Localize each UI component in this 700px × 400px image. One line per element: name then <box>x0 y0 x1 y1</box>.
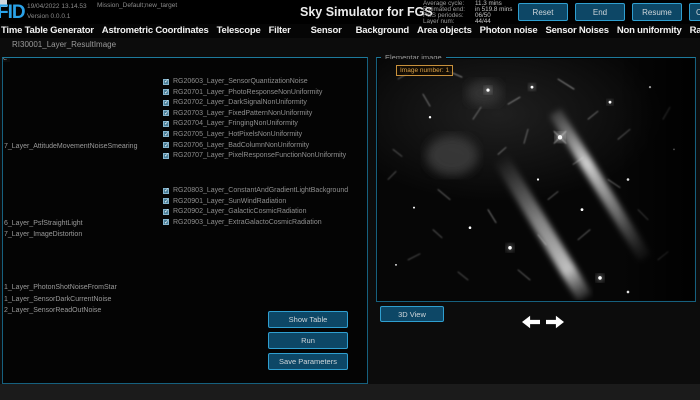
reset-button[interactable]: Reset <box>518 3 568 21</box>
mission-label: Mission_Default;new_target <box>97 2 177 9</box>
menu-item-background[interactable]: Background <box>356 25 409 38</box>
layers-panel: e 7_Layer_AttitudeMovementNoiseSmearing … <box>2 57 368 384</box>
menu-item-photon-noise[interactable]: Photon noise <box>480 25 538 38</box>
checkbox-row-constant-gradient-light[interactable]: RG20803_Layer_ConstantAndGradientLightBa… <box>163 187 348 194</box>
arrow-right-icon[interactable] <box>546 315 564 329</box>
menu-item-area-objects[interactable]: Area objects <box>417 25 472 38</box>
noise-layer-checkbox-group: RG20603_Layer_SensorQuantizationNoise RG… <box>163 78 346 163</box>
checkbox-icon[interactable] <box>163 209 169 215</box>
checkbox-icon[interactable] <box>163 121 169 127</box>
star-field-image: Image number: 1 <box>378 59 694 300</box>
left-panel-buttons: Show Table Run Save Parameters <box>268 311 348 370</box>
version-label: Version 0.0.0.1 <box>27 13 70 20</box>
checkbox-row-fringing-nonuniformity[interactable]: RG20704_Layer_FringingNonUniformity <box>163 120 346 127</box>
app-logo: FID <box>0 2 25 24</box>
menu-item-astrometric-coordinates[interactable]: Astrometric Coordinates <box>102 25 209 38</box>
checkbox-icon[interactable] <box>163 142 169 148</box>
tab-result-image-layer[interactable]: RI30001_Layer_ResultImage <box>12 40 116 49</box>
save-parameters-button[interactable]: Save Parameters <box>268 353 348 370</box>
3d-view-button[interactable]: 3D View <box>380 306 444 322</box>
header-buttons: Reset End Resume C <box>518 3 700 21</box>
checkbox-icon[interactable] <box>163 79 169 85</box>
app-window: FID 19/04/2022 13.14.53 Version 0.0.0.1 … <box>0 0 700 400</box>
checkbox-icon[interactable] <box>163 89 169 95</box>
menu-item-telescope[interactable]: Telescope <box>217 25 261 38</box>
checkbox-icon[interactable] <box>163 131 169 137</box>
layer-label-photon-shot-noise: 1_Layer_PhotonShotNoiseFromStar <box>4 284 117 291</box>
checkbox-row-fixed-pattern-nonuniformity[interactable]: RG20703_Layer_FixedPatternNonUniformity <box>163 110 346 117</box>
layer-label-psf-straight-light: 6_Layer_PsfStraightLight <box>4 220 83 227</box>
layers-panel-title-cut: e <box>3 57 10 62</box>
layer-label-dark-current-noise: 1_Layer_SensorDarkCurrentNoise <box>4 296 111 303</box>
checkbox-row-pixel-response-function[interactable]: RG20707_Layer_PixelResponseFunctionNonUn… <box>163 152 346 159</box>
layer-label-attitude-movement: 7_Layer_AttitudeMovementNoiseSmearing <box>4 143 137 150</box>
checkbox-icon[interactable] <box>163 100 169 106</box>
checkbox-icon[interactable] <box>163 110 169 116</box>
checkbox-icon[interactable] <box>163 153 169 159</box>
checkbox-row-sun-wind-radiation[interactable]: RG20901_Layer_SunWindRadiation <box>163 198 348 205</box>
checkbox-row-dark-signal-nonuniformity[interactable]: RG20702_Layer_DarkSignalNonUniformity <box>163 99 346 106</box>
checkbox-row-galactic-cosmic-radiation[interactable]: RG20902_Layer_GalacticCosmicRadiation <box>163 208 348 215</box>
image-number-chip[interactable]: Image number: 1 <box>396 65 453 76</box>
end-button[interactable]: End <box>575 3 625 21</box>
background-layer-checkbox-group: RG20803_Layer_ConstantAndGradientLightBa… <box>163 187 348 229</box>
menu-item-time-table-generator[interactable]: Time Table Generator <box>1 25 94 38</box>
layer-label-image-distortion: 7_Layer_ImageDistortion <box>4 231 82 238</box>
status-block: Average cycle: 11.3 mins Estimated end: … <box>423 1 512 25</box>
run-button[interactable]: Run <box>268 332 348 349</box>
show-table-button[interactable]: Show Table <box>268 311 348 328</box>
checkbox-icon[interactable] <box>163 188 169 194</box>
app-title: Sky Simulator for FGS <box>300 5 433 19</box>
arrow-left-icon[interactable] <box>522 315 540 329</box>
clipped-button[interactable]: C <box>689 3 700 21</box>
bottom-strip <box>0 384 700 400</box>
elemental-image-panel: Elementar image <box>376 57 696 302</box>
checkbox-row-photo-response-nonuniformity[interactable]: RG20701_Layer_PhotoResponseNonUniformity <box>163 89 346 96</box>
datetime-label: 19/04/2022 13.14.53 <box>27 3 87 10</box>
star-field-rendering <box>378 59 694 300</box>
checkbox-icon[interactable] <box>163 198 169 204</box>
checkbox-row-hot-pixels-nonuniformity[interactable]: RG20705_Layer_HotPixelsNonUniformity <box>163 131 346 138</box>
menu-item-sensor[interactable]: Sensor <box>311 25 342 38</box>
app-header: FID 19/04/2022 13.14.53 Version 0.0.0.1 … <box>0 0 700 24</box>
checkbox-row-extra-galacto-cosmic-radiation[interactable]: RG20903_Layer_ExtraGalactoCosmicRadiatio… <box>163 219 348 226</box>
menu-item-filter[interactable]: Filter <box>269 25 291 38</box>
menu-item-non-uniformity[interactable]: Non uniformity <box>617 25 682 38</box>
checkbox-row-sensor-quantization-noise[interactable]: RG20603_Layer_SensorQuantizationNoise <box>163 78 346 85</box>
resume-button[interactable]: Resume <box>632 3 682 21</box>
menu-item-sensor-noises[interactable]: Sensor Noises <box>545 25 608 38</box>
checkbox-icon[interactable] <box>163 219 169 225</box>
menu-item-radiation-noise[interactable]: Radiation noise <box>690 25 700 38</box>
checkbox-row-bad-column-nonuniformity[interactable]: RG20706_Layer_BadColumnNonUniformity <box>163 142 346 149</box>
layer-label-readout-noise: 2_Layer_SensorReadOutNoise <box>4 307 101 314</box>
menu-bar: Time Table Generator Astrometric Coordin… <box>0 24 700 38</box>
